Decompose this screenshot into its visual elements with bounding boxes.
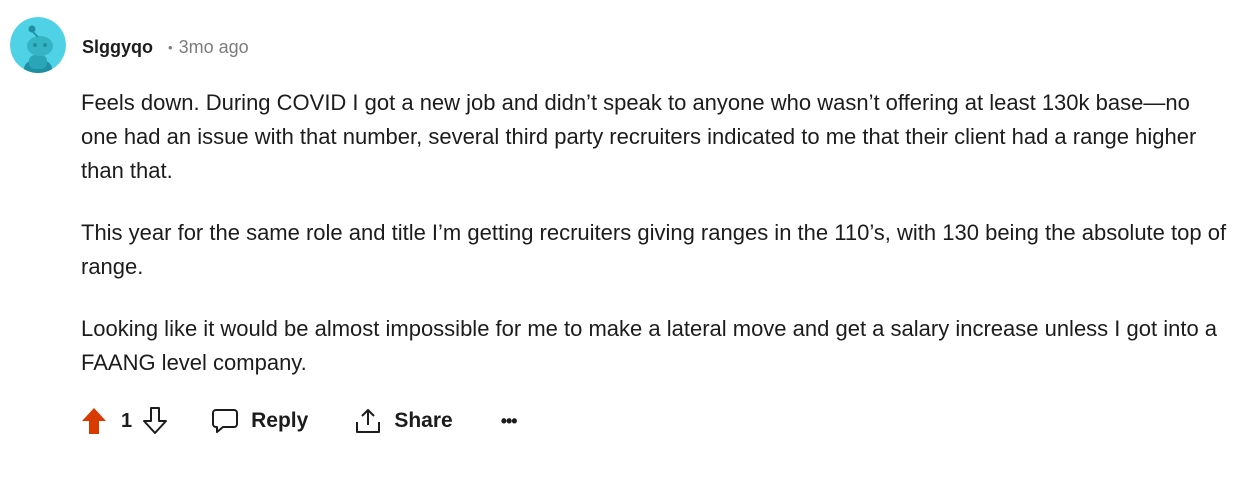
comment-body: Feels down. During COVID I got a new job… xyxy=(81,86,1231,408)
reply-button[interactable]: Reply xyxy=(211,407,308,435)
comment-paragraph: Looking like it would be almost impossib… xyxy=(81,316,1218,375)
reply-label: Reply xyxy=(251,409,309,432)
upvote-arrow-icon[interactable] xyxy=(80,406,108,436)
more-options-button[interactable]: ••• xyxy=(501,411,518,432)
comment-age[interactable]: 3mo ago xyxy=(179,37,249,58)
comment-meta: Slggyqo • 3mo ago xyxy=(82,35,249,59)
user-avatar[interactable] xyxy=(10,17,66,73)
meta-separator: • xyxy=(168,39,173,55)
downvote-arrow-icon[interactable] xyxy=(141,406,169,436)
vote-count: 1 xyxy=(121,409,133,432)
comment-action-bar: 1 Reply Share ••• xyxy=(80,403,518,439)
comment-paragraph: Feels down. During COVID I got a new job… xyxy=(81,90,1197,183)
share-button[interactable]: Share xyxy=(354,407,453,435)
share-label: Share xyxy=(394,409,453,432)
share-arrow-icon xyxy=(354,407,382,435)
author-username[interactable]: Slggyqo xyxy=(82,37,153,58)
speech-bubble-icon xyxy=(211,407,239,435)
reddit-snoo-avatar-icon xyxy=(10,17,66,73)
comment-paragraph: This year for the same role and title I’… xyxy=(81,220,1227,279)
